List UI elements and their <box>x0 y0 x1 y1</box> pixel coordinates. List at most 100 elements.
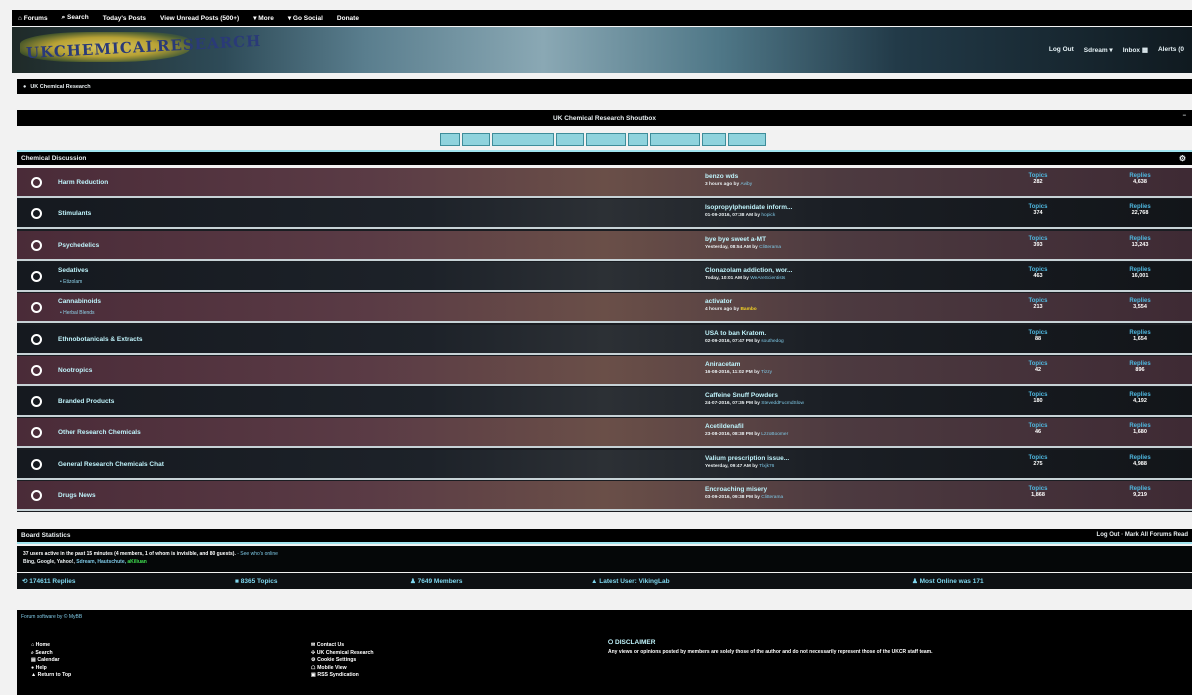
subforum-link[interactable]: • Etizolam <box>60 279 82 285</box>
shoutbox-button[interactable] <box>586 133 626 146</box>
footer-link[interactable]: ⚙ Cookie Settings <box>311 657 374 665</box>
last-post-user[interactable]: Tizzy <box>761 370 772 375</box>
footer-link[interactable]: ▤ Calendar <box>31 657 71 665</box>
forum-name[interactable]: Cannabinoids <box>58 298 101 305</box>
nav-item[interactable]: Donate <box>337 15 359 22</box>
footer-link[interactable]: ✣ UK Chemical Research <box>311 650 374 658</box>
collapse-icon[interactable]: − <box>1182 113 1186 119</box>
topics-count: Topics 374 <box>1018 204 1058 216</box>
forum-name[interactable]: Sedatives <box>58 267 88 274</box>
last-post-title[interactable]: Valium prescription issue... <box>705 455 789 462</box>
last-post-title[interactable]: Isopropylphenidate inform... <box>705 204 792 211</box>
shoutbox-button[interactable] <box>440 133 460 146</box>
last-post-title[interactable]: Aniracetam <box>705 361 740 368</box>
nav-item[interactable]: ⌂ Forums <box>18 15 48 22</box>
stat-group: ♟ Most Online was 171 <box>912 578 984 585</box>
header-link[interactable]: Sdream ▾ <box>1084 46 1113 54</box>
nav-item[interactable]: ▾ Go Social <box>288 14 323 22</box>
topics-count: Topics 180 <box>1018 392 1058 404</box>
footer-link[interactable]: ✉ Contact Us <box>311 642 374 650</box>
last-post-meta: 16-08-2016, 11:02 PM by Tizzy <box>705 370 772 375</box>
shoutbox-header[interactable]: UK Chemical Research Shoutbox − <box>17 110 1192 126</box>
shoutbox-button[interactable] <box>702 133 726 146</box>
category-title[interactable]: Chemical Discussion <box>21 155 86 162</box>
header-link[interactable]: Inbox ▦ <box>1123 46 1148 54</box>
last-post-title[interactable]: benzo wds <box>705 173 738 180</box>
forum-name[interactable]: Nootropics <box>58 367 92 374</box>
last-post-title[interactable]: activator <box>705 298 732 305</box>
last-post-title[interactable]: Clonazolam addiction, wor... <box>705 267 792 274</box>
forum-row[interactable]: Branded Products Caffeine Snuff Powders 24… <box>17 387 1192 418</box>
last-post-meta: Today, 10:01 AM by WeAreScientists <box>705 276 785 281</box>
nav-item[interactable]: Today's Posts <box>103 15 146 22</box>
last-post-title[interactable]: bye bye sweet a-MT <box>705 236 766 243</box>
last-post-meta: 23-08-2016, 08:38 PM by LzzoBoomer <box>705 432 788 437</box>
forum-row[interactable]: Cannabinoids • Herbal Blends activator 4 ho… <box>17 293 1192 324</box>
topics-value: 393 <box>1033 241 1043 248</box>
see-who-link[interactable]: - See who's online <box>237 551 278 557</box>
forum-row[interactable]: Sedatives • Etizolam Clonazolam addiction,… <box>17 261 1192 292</box>
last-post-date: 3 hours ago by <box>705 182 741 187</box>
nav-item[interactable]: ⌕ Search <box>62 14 89 22</box>
forum-row[interactable]: Drugs News Encroaching misery 03-09-2016, … <box>17 481 1192 511</box>
last-post-user[interactable]: LzzoBoomer <box>761 432 788 437</box>
board-statistics-links[interactable]: Log Out · Mark All Forums Read <box>1097 532 1188 538</box>
shoutbox-button[interactable] <box>728 133 766 146</box>
shoutbox-button[interactable] <box>556 133 584 146</box>
replies-count: Replies 1,654 <box>1120 330 1160 342</box>
last-post-user[interactable]: Clitterama <box>761 495 783 500</box>
last-post-user[interactable]: Clitterama <box>759 245 781 250</box>
stat-replies: ⟲ 174611 Replies <box>22 578 76 585</box>
last-post-date: 23-08-2016, 08:38 PM by <box>705 432 762 438</box>
forum-name[interactable]: Stimulants <box>58 210 91 217</box>
shoutbox-button[interactable] <box>650 133 700 146</box>
shoutbox-button[interactable] <box>628 133 648 146</box>
forum-row[interactable]: General Research Chemicals Chat Valium pr… <box>17 449 1192 480</box>
last-post-title[interactable]: USA to ban Kratom. <box>705 330 766 337</box>
forum-name[interactable]: Ethnobotanicals & Extracts <box>58 336 143 343</box>
forum-name[interactable]: Drugs News <box>58 492 96 499</box>
replies-value: 4,192 <box>1133 398 1147 405</box>
footer-link[interactable]: ● Help <box>31 665 71 673</box>
nav-item[interactable]: ▾ More <box>253 14 274 22</box>
forum-row[interactable]: Nootropics Aniracetam 16-08-2016, 11:02 PM… <box>17 355 1192 386</box>
forum-row[interactable]: Ethnobotanicals & Extracts USA to ban Kra… <box>17 324 1192 355</box>
last-post-user[interactable]: southedog <box>761 339 783 344</box>
last-post-user[interactable]: WeAreScientists <box>750 276 785 281</box>
topics-value: 42 <box>1034 366 1042 373</box>
forum-row[interactable]: Stimulants Isopropylphenidate inform... 01… <box>17 199 1192 230</box>
forum-name[interactable]: General Research Chemicals Chat <box>58 461 164 468</box>
gear-icon[interactable]: ⚙ <box>1179 154 1186 163</box>
subforum-link[interactable]: • Herbal Blends <box>60 310 95 316</box>
last-post-user[interactable]: SteveddFucmdSlow <box>761 401 804 406</box>
last-post-user[interactable]: Bambo <box>740 307 756 312</box>
footer-link[interactable]: ☖ Mobile View <box>311 665 374 673</box>
footer-link[interactable]: ⌕ Search <box>31 650 71 658</box>
last-post-user[interactable]: Tlxjk76 <box>759 464 774 469</box>
nav-item[interactable]: View Unread Posts (500+) <box>160 15 239 22</box>
powered-by[interactable]: Forum software by © MyBB <box>17 610 1192 624</box>
replies-count: Replies 4,192 <box>1120 392 1160 404</box>
forum-row[interactable]: Psychedelics bye bye sweet a-MT Yesterday,… <box>17 230 1192 261</box>
forum-name[interactable]: Branded Products <box>58 398 114 405</box>
last-post-title[interactable]: Acetildenafil <box>705 423 744 430</box>
last-post-title[interactable]: Encroaching misery <box>705 486 767 493</box>
replies-value: 3,554 <box>1133 304 1147 311</box>
header-link[interactable]: Alerts (0 <box>1158 46 1184 54</box>
header-link[interactable]: Log Out <box>1049 46 1074 54</box>
footer-link[interactable]: ⌂ Home <box>31 642 71 650</box>
last-post-user[interactable]: Aviby <box>740 182 752 187</box>
shoutbox-button[interactable] <box>492 133 554 146</box>
shoutbox-button[interactable] <box>462 133 490 146</box>
breadcrumb-link[interactable]: UK Chemical Research <box>30 84 90 90</box>
forum-row[interactable]: Harm Reduction benzo wds 3 hours ago by Av… <box>17 168 1192 198</box>
forum-status-icon <box>31 333 42 345</box>
forum-name[interactable]: Harm Reduction <box>58 179 108 186</box>
last-post-user[interactable]: hopick <box>761 213 775 218</box>
footer-link[interactable]: ▣ RSS Syndication <box>311 672 374 680</box>
footer-link[interactable]: ▲ Return to Top <box>31 672 71 680</box>
forum-name[interactable]: Psychedelics <box>58 242 99 249</box>
forum-row[interactable]: Other Research Chemicals Acetildenafil 23-… <box>17 418 1192 449</box>
last-post-title[interactable]: Caffeine Snuff Powders <box>705 392 778 399</box>
forum-name[interactable]: Other Research Chemicals <box>58 429 141 436</box>
